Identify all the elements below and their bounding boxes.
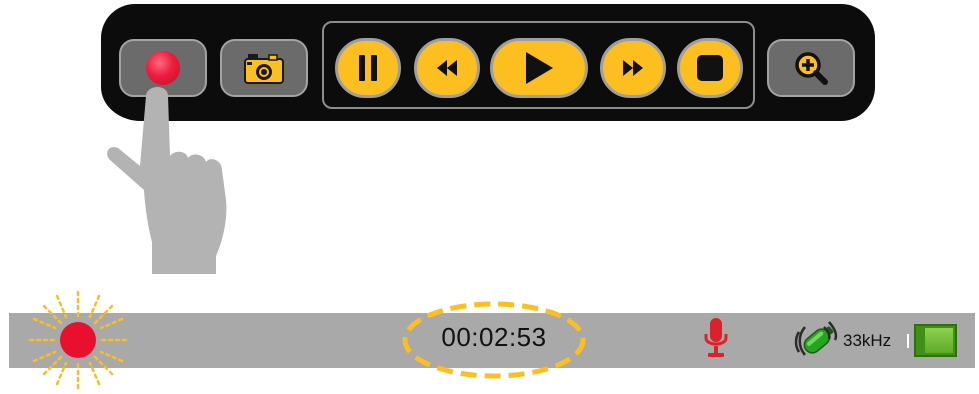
frequency-label: 33kHz xyxy=(843,331,892,350)
camera-icon xyxy=(244,54,284,84)
battery-level xyxy=(925,328,953,353)
zoom-in-icon xyxy=(795,52,828,85)
recording-indicator-icon xyxy=(28,290,128,390)
signal-level-icon xyxy=(907,334,909,348)
fast-forward-icon xyxy=(623,60,643,76)
record-icon xyxy=(146,51,180,85)
stop-icon xyxy=(697,55,723,81)
fast-forward-button[interactable] xyxy=(600,38,666,98)
pause-icon xyxy=(359,55,377,81)
play-button[interactable] xyxy=(490,38,588,98)
rf-signal-icon xyxy=(794,321,838,356)
pointing-hand-icon xyxy=(107,87,227,274)
play-icon xyxy=(526,52,553,84)
playback-controls xyxy=(322,21,755,109)
rewind-icon xyxy=(437,60,457,76)
stop-button[interactable] xyxy=(677,38,743,98)
mic-icon xyxy=(704,318,728,357)
battery-icon xyxy=(914,324,957,357)
elapsed-time: 00:02:53 xyxy=(441,322,547,352)
pause-button[interactable] xyxy=(335,38,401,98)
zoom-in-button[interactable] xyxy=(767,39,855,97)
rewind-button[interactable] xyxy=(414,38,480,98)
